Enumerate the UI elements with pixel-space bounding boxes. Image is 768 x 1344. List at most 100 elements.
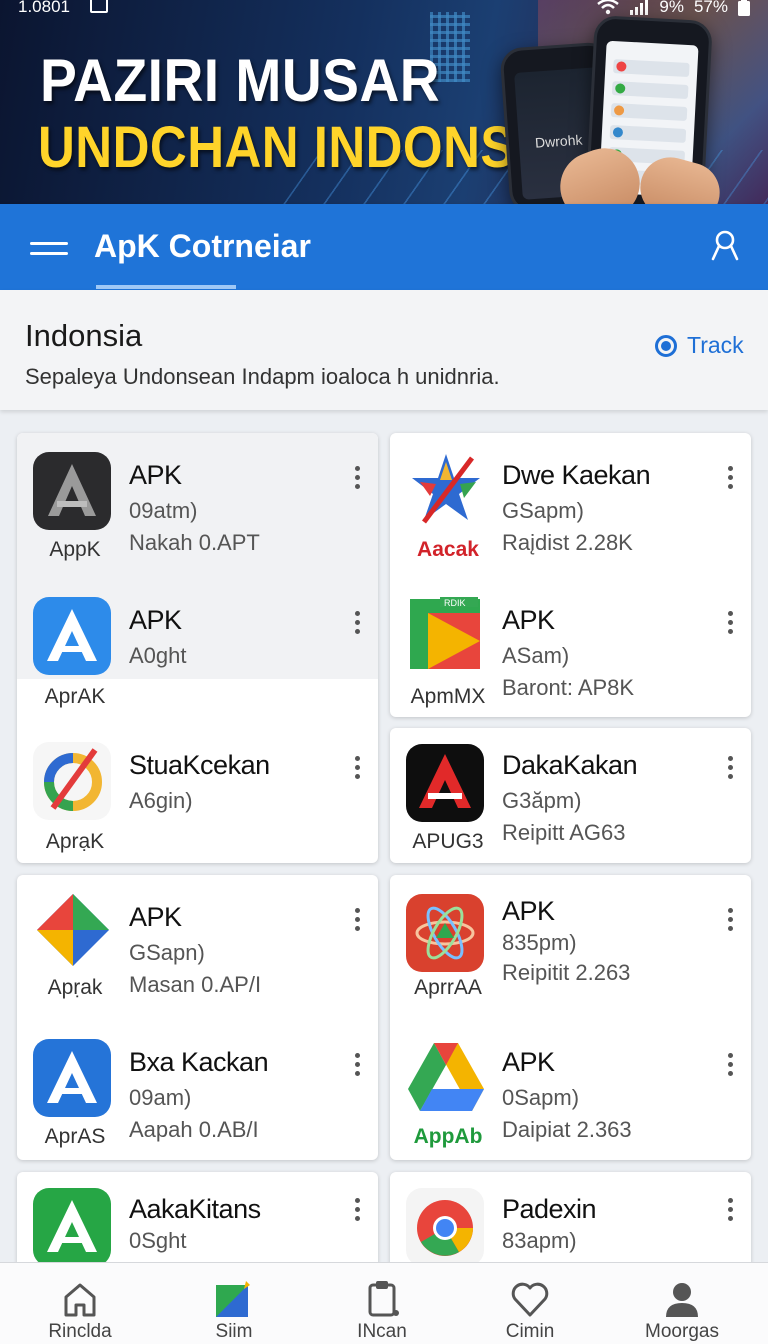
app-list-item[interactable]: AprAS Bxa Kackan 09am) Aapah 0.AB/I — [17, 1025, 377, 1165]
google-triangle-icon — [37, 894, 109, 966]
radio-icon — [655, 334, 677, 357]
colorful-ring-icon — [33, 742, 111, 820]
phone-screen-text: Dwrohk — [534, 131, 583, 151]
apk-red-black-icon — [406, 744, 484, 822]
nav-label: INcan — [357, 1321, 407, 1342]
more-options-icon[interactable] — [720, 1051, 740, 1079]
more-options-icon[interactable] — [347, 1051, 367, 1079]
more-options-icon[interactable] — [720, 464, 740, 492]
banner-headline-line2: UNDCHAN INDONSIA — [38, 115, 567, 180]
app-detail: 09atm) — [129, 498, 198, 523]
apk-blue-icon — [33, 1039, 111, 1117]
nav-label: Cimin — [505, 1321, 555, 1342]
app-detail: ASam) — [502, 643, 570, 668]
home-icon — [64, 1283, 96, 1317]
app-detail: A6gin) — [129, 788, 193, 813]
play-flag-icon: RDIK — [410, 597, 480, 669]
app-caption: AppAb — [413, 1125, 483, 1148]
more-options-icon[interactable] — [347, 754, 367, 782]
app-list-item[interactable]: AprrAA APK 835pm) Reipitit 2.263 — [390, 880, 750, 1020]
app-name: Padexin — [502, 1194, 597, 1224]
apk-dark-icon — [33, 452, 111, 530]
app-detail: A0ght — [129, 643, 187, 668]
more-options-icon[interactable] — [347, 464, 367, 492]
app-name: APK — [129, 460, 182, 490]
more-options-icon[interactable] — [347, 1196, 367, 1224]
app-bar: ApK Cotrneiar — [0, 204, 768, 290]
app-meta: Raįdist 2.28K — [502, 530, 633, 555]
app-detail: 835pm) — [502, 930, 577, 955]
nav-label: Rinclda — [48, 1321, 112, 1342]
app-detail: 0Sght — [129, 1228, 187, 1253]
nav-item-siim[interactable]: Siim — [159, 1263, 309, 1344]
app-list-item[interactable]: AppAb APK 0Sapm) Daipiat 2.363 — [390, 1025, 750, 1165]
app-name: APK — [502, 1047, 555, 1077]
app-caption: AprrAA — [414, 976, 482, 999]
section-header: Indonsia Sepaleya Undonsean Indapm ioalo… — [0, 290, 768, 410]
more-options-icon[interactable] — [720, 754, 740, 782]
apk-green-icon — [33, 1188, 111, 1266]
app-name: Bxa Kackan — [129, 1047, 269, 1077]
app-caption: AprạK — [45, 830, 105, 853]
nav-item-profile[interactable]: Moorgas — [607, 1263, 757, 1344]
search-icon[interactable] — [710, 229, 740, 263]
nav-item-incan[interactable]: INcan — [307, 1263, 457, 1344]
nav-label: Siim — [215, 1321, 253, 1342]
nav-item-home[interactable]: Rinclda — [5, 1263, 155, 1344]
app-detail: GSapm) — [502, 498, 584, 523]
track-button[interactable]: Track — [655, 332, 744, 359]
menu-icon[interactable] — [30, 242, 70, 256]
app-list-item[interactable]: Padexin 83apm) — [390, 1174, 750, 1266]
clipboard-icon — [368, 1281, 399, 1317]
chrome-icon — [406, 1188, 484, 1266]
app-caption: AprAS — [44, 1125, 106, 1148]
google-drive-icon — [408, 1043, 484, 1111]
app-name: APK — [502, 605, 555, 635]
app-list-item[interactable]: RDIK ApmMX APK ASam) Baront: AP8K — [390, 583, 750, 723]
banner-headline-line1: PAZIRI MUSAR — [40, 47, 441, 114]
nav-label: Moorgas — [645, 1321, 719, 1342]
app-meta: Nakah 0.APT — [129, 530, 260, 555]
profile-icon — [666, 1283, 698, 1317]
icon-label: RDIK — [444, 598, 466, 608]
colorful-star-icon — [412, 454, 480, 524]
bottom-navigation: Rinclda Siim INcan Cimin Moorgas — [0, 1262, 768, 1344]
app-list-item[interactable]: Apṛak APK GSapn) Masan 0.AP/I — [17, 880, 377, 1020]
app-title: ApK Cotrneiar — [94, 228, 311, 264]
app-caption: AppK — [49, 538, 101, 561]
app-name: APK — [502, 896, 555, 926]
battery-icon — [738, 0, 750, 16]
app-detail: G3ăpm) — [502, 788, 582, 813]
app-list-item[interactable]: AprạK StuaKcekan A6gin) — [17, 728, 377, 868]
app-caption: Apṛak — [47, 976, 103, 999]
section-subtitle: Sepaleya Undonsean Indapm ioaloca h unid… — [25, 364, 500, 389]
more-options-icon[interactable] — [720, 609, 740, 637]
app-detail: GSapn) — [129, 940, 205, 965]
more-options-icon[interactable] — [720, 1196, 740, 1224]
atom-orbit-icon — [406, 894, 484, 972]
app-meta: Aapah 0.AB/I — [129, 1117, 259, 1142]
app-list-item[interactable]: APUG3 DakaKakan G3ăpm) Reipitt AG63 — [390, 728, 750, 868]
photo-notification-icon — [90, 0, 108, 13]
more-options-icon[interactable] — [347, 906, 367, 934]
pen-square-icon — [216, 1281, 250, 1317]
app-caption: Aacak — [417, 538, 479, 561]
app-meta: Baront: AP8K — [502, 675, 635, 700]
app-detail: 0Sapm) — [502, 1085, 580, 1110]
app-detail: 83apm) — [502, 1228, 577, 1253]
app-list-item[interactable]: Aacak Dwe Kaekan GSapm) Raįdist 2.28K — [390, 438, 750, 578]
app-meta: Reipitt AG63 — [502, 820, 626, 845]
app-meta: Daipiat 2.363 — [502, 1117, 632, 1142]
app-meta: Masan 0.AP/I — [129, 972, 262, 997]
active-tab-indicator — [96, 285, 236, 289]
track-label: Track — [687, 332, 744, 358]
nav-item-cimin[interactable]: Cimin — [455, 1263, 605, 1344]
more-options-icon[interactable] — [347, 609, 367, 637]
app-meta: Reipitit 2.263 — [502, 960, 631, 985]
app-list-item[interactable]: AakaKitans 0Sght — [17, 1174, 377, 1266]
app-name: AakaKitans — [129, 1194, 261, 1224]
app-name: APK — [129, 902, 182, 932]
app-list-item[interactable]: AppK APK 09atm) Nakah 0.APT — [17, 438, 377, 578]
app-list-item[interactable]: AprAK APK A0ght — [17, 583, 377, 723]
more-options-icon[interactable] — [720, 906, 740, 934]
